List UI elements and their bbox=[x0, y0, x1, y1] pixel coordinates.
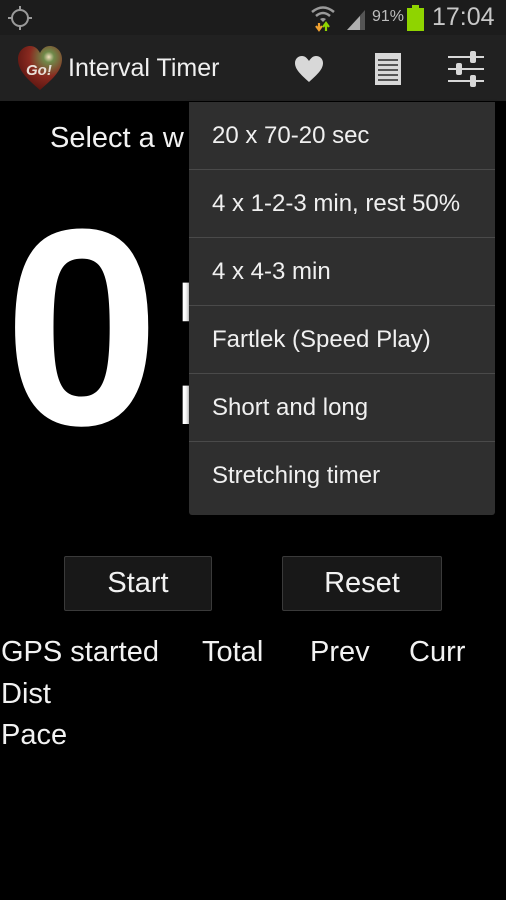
menu-item-fartlek[interactable]: Fartlek (Speed Play) bbox=[189, 306, 495, 374]
svg-text:Go!: Go! bbox=[26, 62, 52, 79]
select-workout-label: Select a w bbox=[50, 122, 184, 154]
list-icon bbox=[375, 53, 401, 85]
row-label-pace: Pace bbox=[1, 719, 68, 751]
favorites-button[interactable] bbox=[287, 47, 331, 91]
action-bar: Go! Interval Timer bbox=[0, 35, 506, 101]
heart-icon bbox=[295, 56, 323, 82]
column-header-prev: Prev bbox=[310, 636, 370, 668]
app-title: Interval Timer bbox=[68, 54, 220, 82]
battery-percent: 91% bbox=[372, 8, 405, 25]
gps-status: GPS started bbox=[1, 636, 159, 668]
settings-button[interactable] bbox=[444, 47, 488, 91]
column-header-curr: Curr bbox=[409, 636, 466, 668]
gps-icon bbox=[8, 6, 32, 30]
battery-icon bbox=[407, 5, 424, 31]
wifi-icon bbox=[311, 6, 335, 32]
status-bar: 91% 17:04 bbox=[0, 0, 506, 35]
signal-icon bbox=[347, 10, 365, 30]
menu-item-4x1-2-3-min[interactable]: 4 x 1-2-3 min, rest 50% bbox=[189, 170, 495, 238]
menu-item-4x4-3-min[interactable]: 4 x 4-3 min bbox=[189, 238, 495, 306]
app-logo-heart-icon[interactable]: Go! bbox=[16, 44, 64, 92]
menu-item-20x70-20-sec[interactable]: 20 x 70-20 sec bbox=[189, 102, 495, 170]
workout-list-button[interactable] bbox=[366, 47, 410, 91]
reset-button[interactable]: Reset bbox=[282, 556, 442, 611]
workout-dropdown-menu: 20 x 70-20 sec 4 x 1-2-3 min, rest 50% 4… bbox=[189, 102, 495, 515]
menu-item-stretching-timer[interactable]: Stretching timer bbox=[189, 442, 495, 510]
start-button[interactable]: Start bbox=[64, 556, 212, 611]
menu-item-short-and-long[interactable]: Short and long bbox=[189, 374, 495, 442]
column-header-total: Total bbox=[202, 636, 264, 668]
clock: 17:04 bbox=[432, 3, 495, 31]
settings-sliders-icon bbox=[448, 51, 484, 87]
row-label-dist: Dist bbox=[1, 678, 51, 710]
